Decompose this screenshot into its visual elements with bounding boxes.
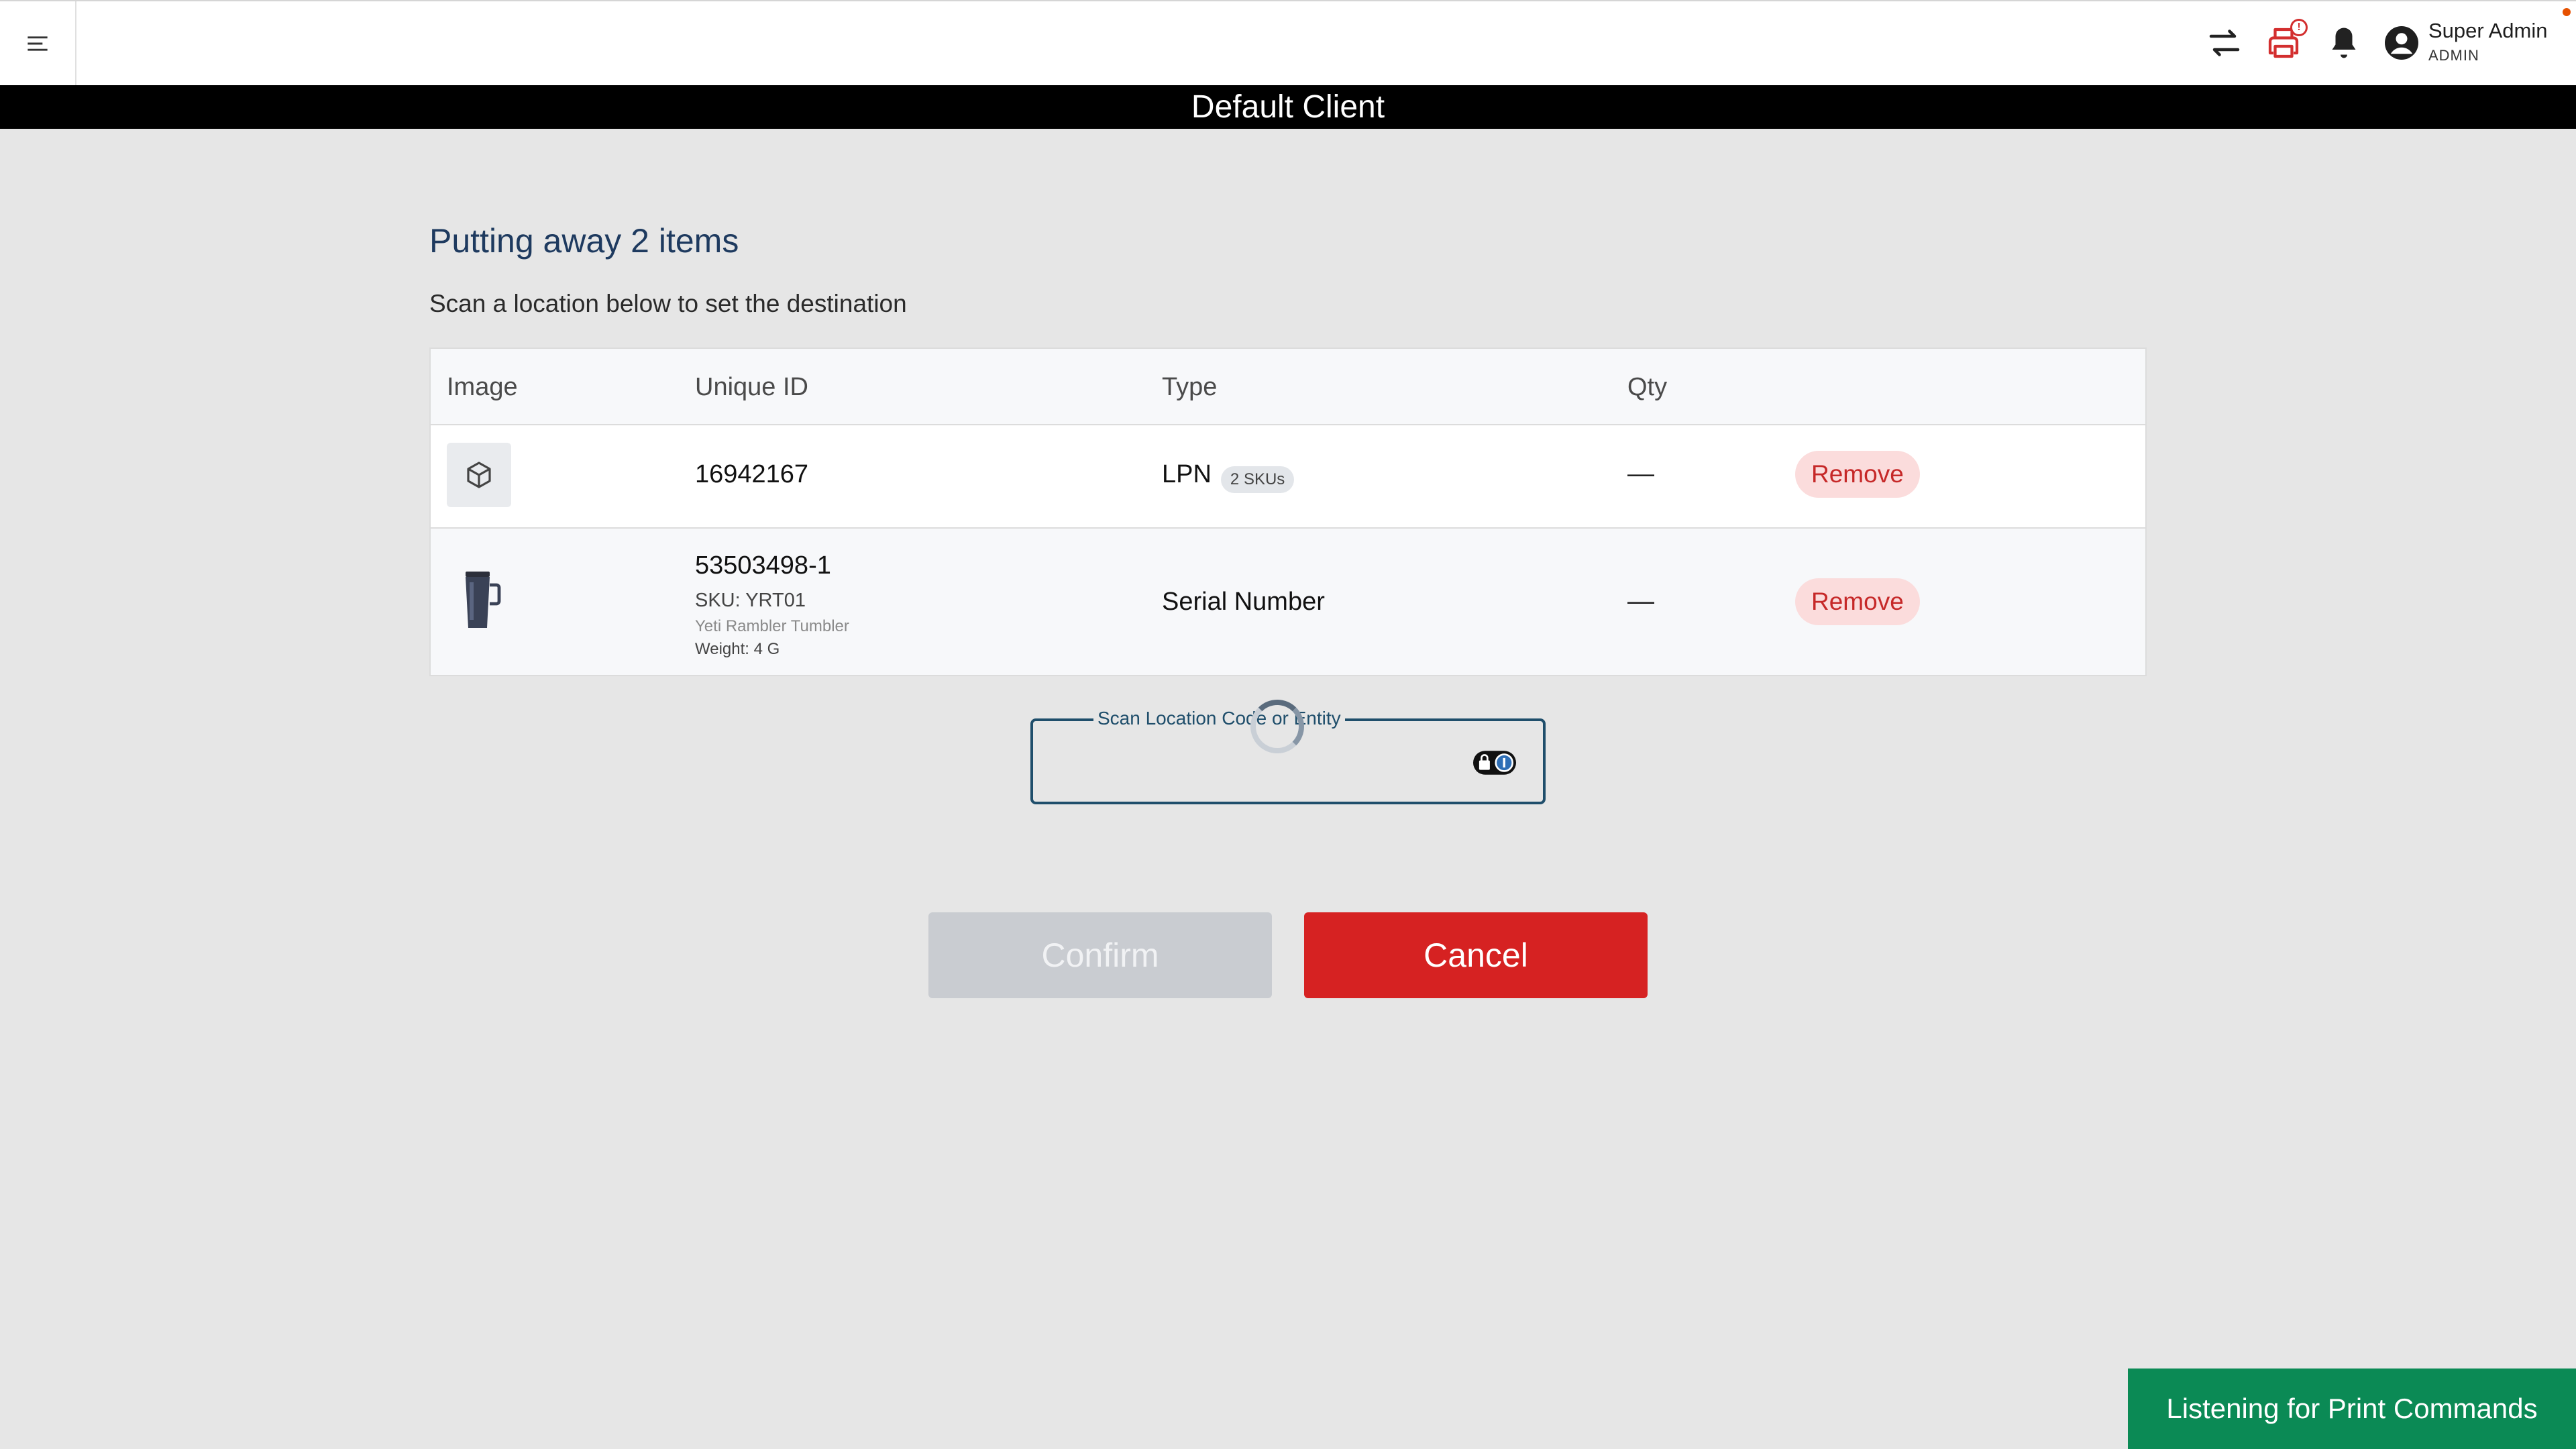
menu-icon xyxy=(28,36,48,51)
type-label: Serial Number xyxy=(1162,588,1325,616)
switch-button[interactable] xyxy=(2203,21,2246,64)
column-header-qty: Qty xyxy=(1627,373,1668,401)
sku-text: SKU: YRT01 xyxy=(695,590,806,611)
column-header-unique-id: Unique ID xyxy=(695,373,808,401)
page-subtitle: Scan a location below to set the destina… xyxy=(429,290,907,317)
scan-location-field[interactable]: Scan Location Code or Entity xyxy=(1030,700,1546,804)
confirm-button[interactable]: Confirm xyxy=(928,912,1272,998)
remove-cell: Remove xyxy=(1795,451,1920,498)
cancel-button[interactable]: Cancel xyxy=(1304,912,1648,998)
account-button[interactable] xyxy=(2380,21,2423,64)
remove-button[interactable]: Remove xyxy=(1795,451,1920,498)
menu-button[interactable] xyxy=(0,1,76,85)
tumbler-icon xyxy=(466,572,501,628)
lock-key-icon xyxy=(1473,751,1516,775)
table-row: 53503498-1 SKU: YRT01 Yeti Rambler Tumbl… xyxy=(431,529,2145,675)
notifications-button[interactable] xyxy=(2322,21,2365,64)
item-details: 53503498-1 SKU: YRT01 Yeti Rambler Tumbl… xyxy=(695,551,849,659)
sku-count-badge: 2 SKUs xyxy=(1220,466,1295,493)
box-icon xyxy=(467,462,491,488)
items-table: Image Unique ID Type Qty 16942167 LPN 2 S… xyxy=(429,347,2147,676)
status-dot xyxy=(2563,8,2571,16)
tumbler-image xyxy=(460,569,503,631)
top-bar: ! Super Admin ADMIN xyxy=(0,0,2576,85)
type-cell: LPN 2 SKUs xyxy=(1162,460,1295,493)
page-title: Putting away 2 items xyxy=(429,222,739,260)
qty-value: — xyxy=(1627,459,1654,488)
product-name: Yeti Rambler Tumbler xyxy=(695,617,849,635)
print-listener-toast: Listening for Print Commands xyxy=(2128,1368,2576,1449)
user-role: ADMIN xyxy=(2428,47,2479,64)
account-circle-icon xyxy=(2385,26,2418,60)
column-header-image: Image xyxy=(447,373,518,401)
table-header-row: Image Unique ID Type Qty xyxy=(431,349,2145,425)
user-name: Super Admin xyxy=(2428,19,2548,42)
type-label: LPN xyxy=(1162,460,1212,488)
remove-cell: Remove xyxy=(1795,578,1920,625)
qty-value: — xyxy=(1627,586,1654,616)
unique-id: 16942167 xyxy=(695,460,809,488)
remove-button[interactable]: Remove xyxy=(1795,578,1920,625)
item-thumbnail xyxy=(447,443,511,507)
bell-icon xyxy=(2332,28,2356,58)
client-bar: Default Client xyxy=(0,85,2576,129)
password-manager-icon[interactable] xyxy=(1473,751,1516,775)
user-info[interactable]: Super Admin ADMIN xyxy=(2428,19,2548,64)
scan-field-label: Scan Location Code or Entity xyxy=(1093,708,1345,729)
printer-button[interactable]: ! xyxy=(2262,19,2308,64)
swap-arrows-icon xyxy=(2209,30,2240,56)
page-header: Putting away 2 items Scan a location bel… xyxy=(429,221,2147,318)
weight-text: Weight: 4 G xyxy=(695,640,780,658)
unique-id: 53503498-1 xyxy=(695,551,831,580)
table-row: 16942167 LPN 2 SKUs — Remove xyxy=(431,425,2145,529)
column-header-type: Type xyxy=(1162,373,1218,401)
printer-alert-badge: ! xyxy=(2290,19,2308,36)
scan-location-input[interactable] xyxy=(1046,741,1462,782)
